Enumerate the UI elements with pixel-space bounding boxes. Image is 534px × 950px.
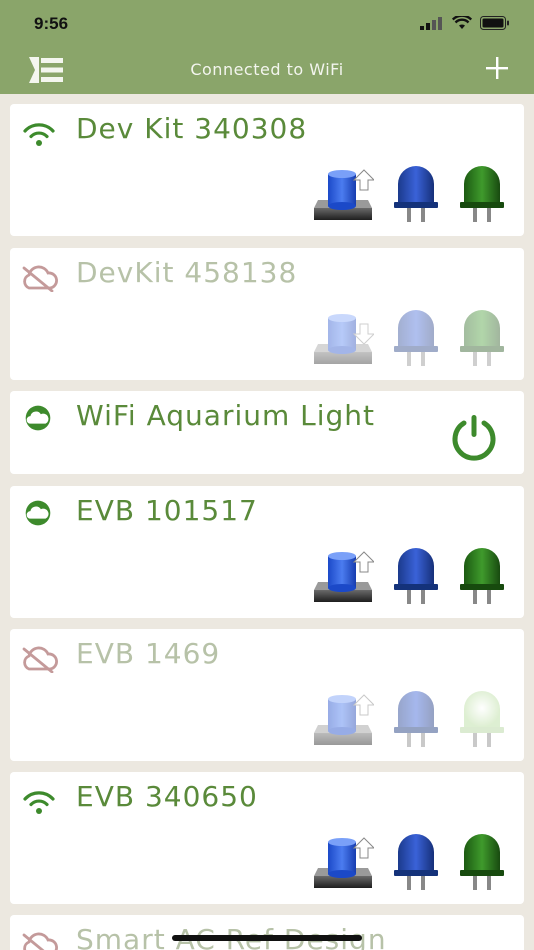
green-led-icon[interactable] — [458, 546, 506, 604]
device-card[interactable]: WiFi Aquarium Light — [10, 391, 524, 474]
green-led-icon[interactable] — [458, 308, 506, 366]
blue-led-icon[interactable] — [392, 164, 440, 222]
wifi-status-icon — [452, 16, 472, 29]
wifi-icon — [23, 791, 55, 814]
device-name: DevKit 458138 — [76, 256, 298, 289]
database-upload-icon[interactable] — [312, 166, 374, 222]
cloud-icon — [25, 500, 51, 526]
blue-led-icon[interactable] — [392, 832, 440, 890]
status-icons — [420, 16, 510, 30]
database-download-icon[interactable] — [312, 310, 374, 366]
device-name: EVB 340650 — [76, 780, 258, 813]
plus-icon[interactable] — [485, 56, 509, 80]
green-led-icon[interactable] — [458, 164, 506, 222]
page-title: Connected to WiFi — [190, 60, 344, 79]
device-card[interactable]: EVB 340650 — [10, 772, 524, 904]
device-card[interactable]: Dev Kit 340308 — [10, 104, 524, 236]
device-card[interactable]: Smart AC Ref Design — [10, 915, 524, 950]
top-bar: 9:56 Connected to WiFi — [0, 0, 534, 94]
blue-led-icon[interactable] — [392, 308, 440, 366]
device-name: WiFi Aquarium Light — [76, 399, 376, 432]
cloud-icon — [25, 405, 51, 431]
device-card[interactable]: DevKit 458138 — [10, 248, 524, 380]
device-name: Dev Kit 340308 — [76, 112, 308, 145]
database-upload-icon[interactable] — [312, 691, 374, 747]
power-icon[interactable] — [448, 411, 500, 463]
home-indicator[interactable] — [172, 935, 362, 941]
blue-led-icon[interactable] — [392, 546, 440, 604]
device-name: EVB 1469 — [76, 637, 221, 670]
cloud-offline-icon — [22, 932, 58, 950]
status-time: 9:56 — [34, 14, 69, 33]
cellular-signal-icon — [420, 17, 442, 30]
blue-led-icon[interactable] — [392, 689, 440, 747]
cloud-offline-icon — [22, 646, 58, 673]
battery-icon — [480, 16, 509, 30]
green-led-icon[interactable] — [458, 832, 506, 890]
device-name: EVB 101517 — [76, 494, 258, 527]
green-led-lit-icon[interactable] — [458, 689, 506, 747]
database-upload-icon[interactable] — [312, 834, 374, 890]
device-card[interactable]: EVB 1469 — [10, 629, 524, 761]
device-card[interactable]: EVB 101517 — [10, 486, 524, 618]
database-upload-icon[interactable] — [312, 548, 374, 604]
wifi-icon — [23, 123, 55, 146]
cloud-offline-icon — [22, 265, 58, 292]
